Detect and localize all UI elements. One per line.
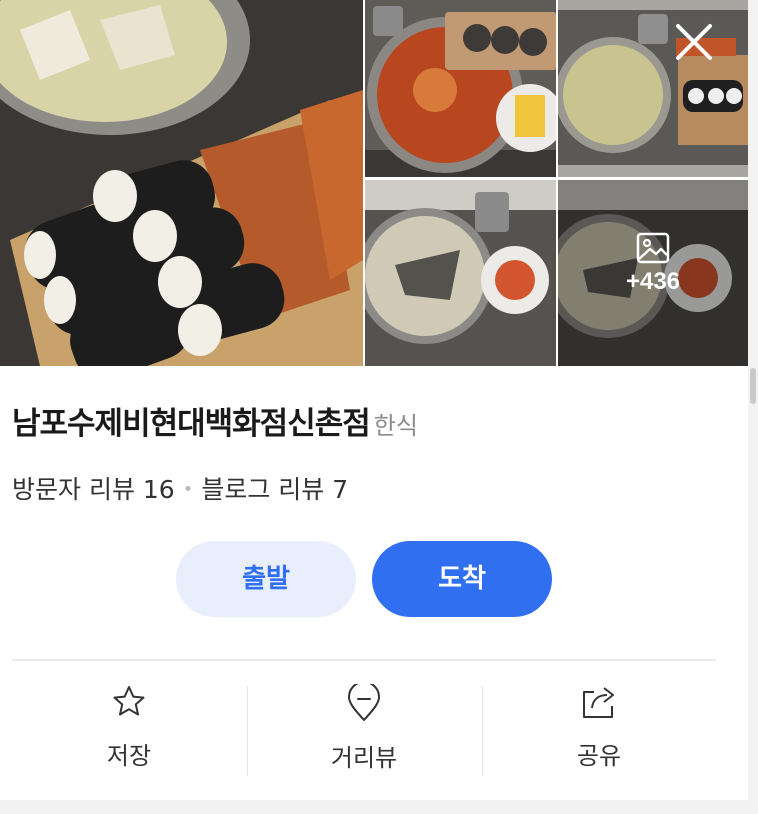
image-icon	[636, 232, 670, 264]
main-photo[interactable]	[0, 0, 363, 366]
more-photos-tile[interactable]: +436	[558, 180, 748, 366]
blog-reviews-link[interactable]: 블로그 리뷰 7	[201, 475, 348, 504]
depart-button[interactable]: 출발	[176, 541, 356, 617]
street-view-button[interactable]: 거리뷰	[247, 684, 481, 780]
photo-thumbnail[interactable]	[558, 0, 748, 177]
separator-dot: •	[182, 479, 194, 500]
arrive-button[interactable]: 도착	[372, 541, 552, 617]
share-button[interactable]: 공유	[482, 684, 716, 780]
more-photos-count: +436	[625, 268, 681, 295]
review-summary: 방문자 리뷰 16 • 블로그 리뷰 7	[12, 470, 348, 506]
bottom-band	[0, 800, 748, 814]
more-photos-badge: +436	[558, 232, 748, 296]
save-label: 저장	[106, 742, 152, 770]
place-name: 남포수제비현대백화점신촌점	[12, 406, 371, 442]
place-category: 한식	[373, 412, 418, 440]
title-row: 남포수제비현대백화점신촌점 한식	[12, 398, 418, 443]
share-label: 공유	[576, 742, 622, 770]
photo-grid: +436	[0, 0, 748, 366]
close-button[interactable]	[672, 20, 716, 64]
close-icon	[676, 24, 712, 60]
location-pin-icon	[348, 684, 380, 721]
action-bar: 저장 거리뷰 공유	[12, 684, 716, 780]
photo-thumbnail[interactable]	[365, 180, 556, 366]
scrollbar-thumb[interactable]	[750, 368, 756, 404]
photo-thumbnail[interactable]	[365, 0, 556, 177]
street-view-label: 거리뷰	[330, 744, 398, 772]
visitor-reviews-link[interactable]: 방문자 리뷰 16	[12, 475, 175, 504]
star-icon	[113, 686, 145, 716]
share-icon	[583, 687, 614, 718]
scrollbar[interactable]	[748, 0, 758, 814]
save-button[interactable]: 저장	[12, 684, 246, 780]
divider	[12, 659, 716, 661]
place-detail-panel: +436 남포수제비현대백화점신촌점 한식 방문자 리뷰 16 • 블로그 리뷰 7 …	[0, 0, 748, 814]
